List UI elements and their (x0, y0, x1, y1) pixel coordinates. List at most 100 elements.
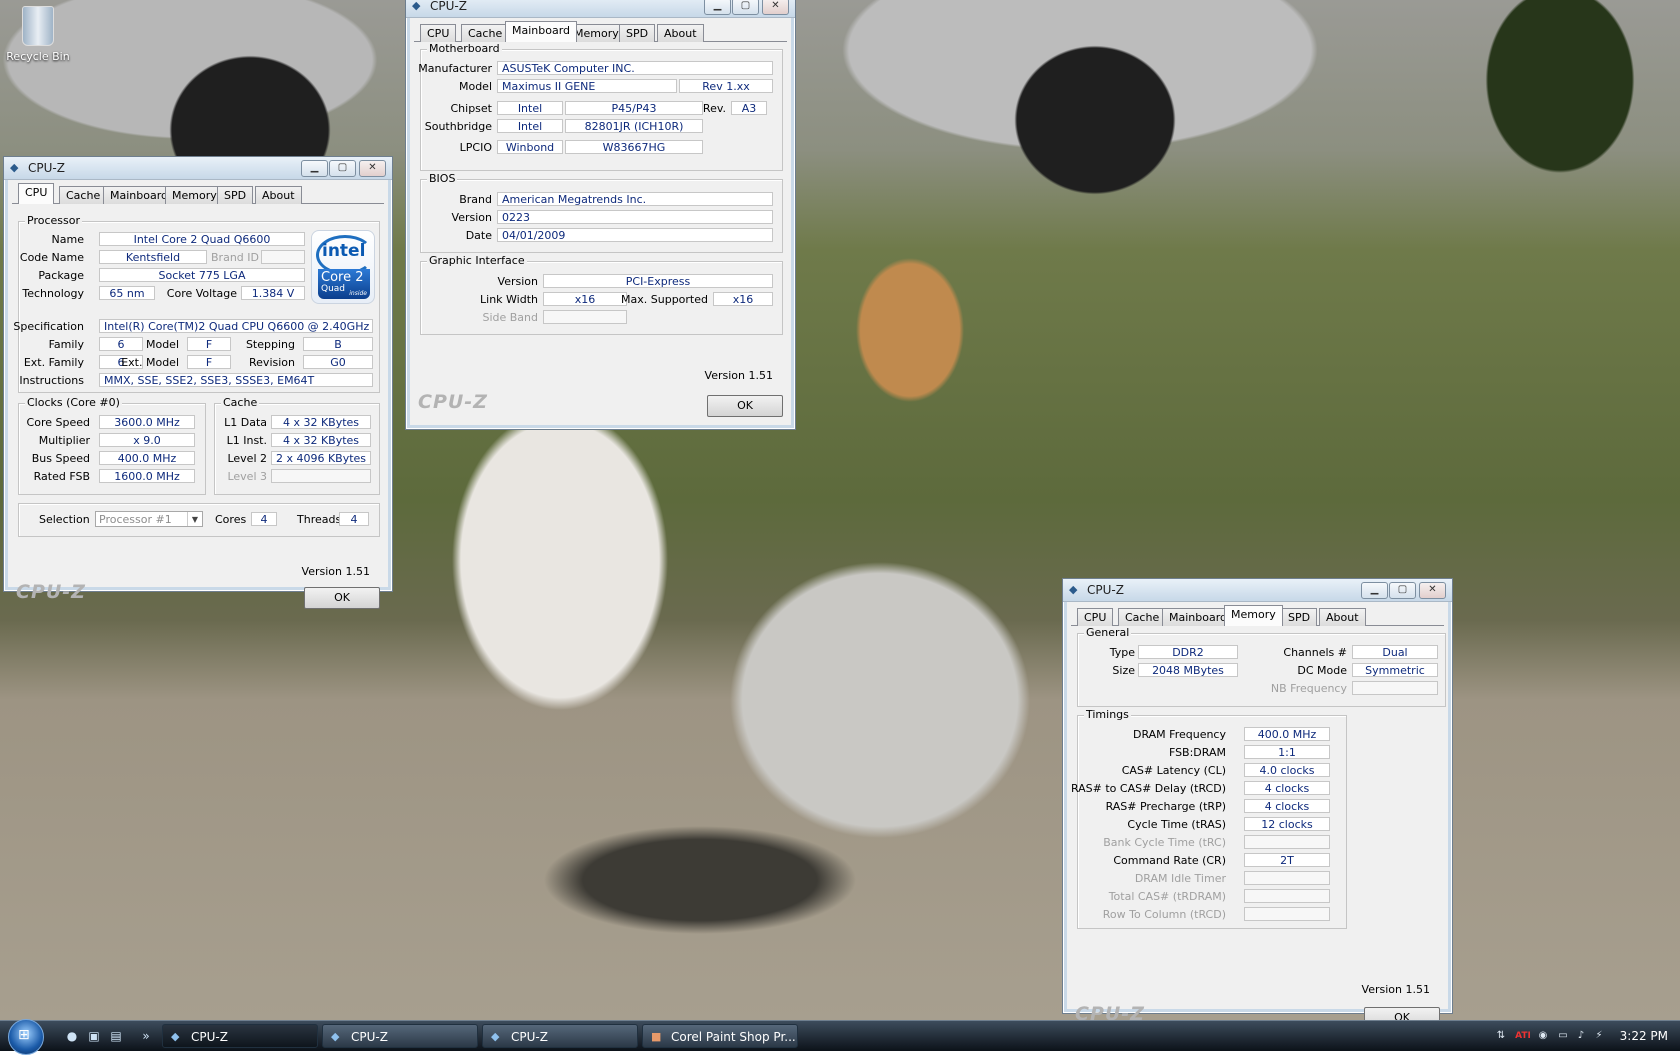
quicklaunch-overflow-icon[interactable]: » (138, 1028, 154, 1044)
tab-cpu[interactable]: CPU (1077, 608, 1114, 626)
close-button[interactable]: ✕ (359, 160, 386, 177)
tab-cpu[interactable]: CPU (18, 183, 55, 204)
type-label: Type (1109, 646, 1135, 659)
ok-button[interactable]: OK (304, 587, 380, 609)
maximize-button[interactable]: ▢ (329, 160, 356, 177)
cpuz-app-icon: ◆ (171, 1030, 180, 1043)
title-bar[interactable]: ◆ CPU-Z ▁ ▢ ✕ (1063, 579, 1452, 602)
display-icon[interactable]: ▭ (1556, 1029, 1570, 1043)
ext-family-label: Ext. Family (23, 356, 84, 369)
max-supported-label: Max. Supported (621, 293, 708, 306)
taskbar-button-paint-shop[interactable]: ■ Corel Paint Shop Pr... (642, 1024, 798, 1048)
security-icon[interactable]: ◉ (1536, 1029, 1550, 1043)
tab-about[interactable]: About (657, 24, 704, 42)
intel-core2-quad-logo: intel Core 2 Quad inside (311, 230, 375, 304)
cas-latency-value: 4.0 clocks (1244, 763, 1330, 777)
family-label: Family (48, 338, 84, 351)
windows-logo-icon: ⊞ (18, 1027, 30, 1043)
firefox-icon[interactable]: ● (64, 1028, 80, 1044)
group-title: Cache (221, 396, 260, 409)
task-label: CPU-Z (351, 1030, 388, 1044)
brand-id-value (261, 250, 305, 264)
ati-icon[interactable]: ATI (1512, 1029, 1534, 1043)
cpuz-app-icon: ◆ (412, 0, 421, 12)
ok-button[interactable]: OK (707, 395, 783, 417)
ext-model-label: Ext. Model (121, 356, 179, 369)
window-title: CPU-Z (430, 0, 467, 13)
bios-date-value: 04/01/2009 (497, 228, 773, 242)
nb-frequency-value (1352, 681, 1438, 695)
cpuz-logo: CPU-Z (16, 581, 86, 603)
power-icon[interactable]: ⚡ (1592, 1029, 1606, 1043)
tab-strip: CPU Cache Mainboard Memory SPD About (1071, 605, 1444, 626)
trc-label: Bank Cycle Time (tRC) (1103, 836, 1226, 849)
version-text: Version 1.51 (301, 565, 370, 578)
command-rate-value: 2T (1244, 853, 1330, 867)
specification-label: Specification (13, 320, 84, 333)
clock[interactable]: 3:22 PM (1620, 1029, 1668, 1043)
cpuz-app-icon: ◆ (331, 1030, 340, 1043)
revision-value: G0 (303, 355, 373, 369)
task-label: CPU-Z (511, 1030, 548, 1044)
group-title: Processor (25, 214, 82, 227)
fsb-dram-value: 1:1 (1244, 745, 1330, 759)
tab-about[interactable]: About (255, 186, 302, 204)
technology-value: 65 nm (99, 286, 155, 300)
type-value: DDR2 (1138, 645, 1238, 659)
clocks-group: Clocks (Core #0) Core Speed 3600.0 MHz M… (18, 396, 206, 495)
tab-spd[interactable]: SPD (217, 186, 254, 204)
network-icon[interactable]: ⇅ (1494, 1029, 1508, 1043)
taskbar-button-cpuz-1[interactable]: ◆ CPU-Z (162, 1024, 318, 1048)
package-value: Socket 775 LGA (99, 268, 305, 282)
tab-cache[interactable]: Cache (461, 24, 510, 42)
maximize-button[interactable]: ▢ (1389, 582, 1416, 599)
tab-memory[interactable]: Memory (165, 186, 224, 204)
total-cas-label: Total CAS# (tRDRAM) (1108, 890, 1226, 903)
taskbar-button-cpuz-3[interactable]: ◆ CPU-Z (482, 1024, 638, 1048)
model-value: F (187, 337, 231, 351)
tab-cache[interactable]: Cache (59, 186, 108, 204)
tab-cache[interactable]: Cache (1118, 608, 1167, 626)
core-voltage-value: 1.384 V (241, 286, 305, 300)
group-title: Graphic Interface (427, 254, 527, 267)
tab-spd[interactable]: SPD (1281, 608, 1318, 626)
tab-memory[interactable]: Memory (1224, 605, 1283, 626)
group-title: Motherboard (427, 42, 502, 55)
taskbar-button-cpuz-2[interactable]: ◆ CPU-Z (322, 1024, 478, 1048)
code-name-label: Code Name (19, 251, 84, 264)
volume-icon[interactable]: ♪ (1574, 1029, 1588, 1043)
task-label: CPU-Z (191, 1030, 228, 1044)
minimize-button[interactable]: ▁ (704, 0, 731, 15)
tab-cpu[interactable]: CPU (420, 24, 457, 42)
maximize-button[interactable]: ▢ (732, 0, 759, 15)
minimize-button[interactable]: ▁ (1361, 582, 1388, 599)
close-button[interactable]: ✕ (1419, 582, 1446, 599)
dropdown-arrow-icon[interactable]: ▼ (187, 512, 202, 526)
graphic-version-value: PCI-Express (543, 274, 773, 288)
task-label: Corel Paint Shop Pr... (671, 1030, 796, 1044)
tab-about[interactable]: About (1319, 608, 1366, 626)
trcd-value: 4 clocks (1244, 781, 1330, 795)
processor-select[interactable]: Processor #1 ▼ (95, 511, 203, 527)
show-desktop-icon[interactable]: ▣ (86, 1028, 102, 1044)
recycle-bin-shortcut[interactable]: Recycle Bin (6, 6, 70, 63)
lpcio-vendor-value: Winbond (497, 140, 563, 154)
tab-spd[interactable]: SPD (619, 24, 656, 42)
model-label: Model (458, 80, 492, 93)
minimize-button[interactable]: ▁ (301, 160, 328, 177)
title-bar[interactable]: ◆ CPU-Z ▁ ▢ ✕ (4, 157, 392, 180)
side-band-value (543, 310, 627, 324)
graphic-interface-group: Graphic Interface Version PCI-Express Li… (420, 254, 783, 335)
group-title: General (1084, 626, 1132, 639)
processor-group: Processor Name Intel Core 2 Quad Q6600 C… (13, 214, 380, 393)
tab-mainboard[interactable]: Mainboard (505, 21, 578, 42)
ext-model-value: F (187, 355, 231, 369)
size-value: 2048 MBytes (1138, 663, 1238, 677)
row-to-column-value (1244, 907, 1330, 921)
level2-label: Level 2 (227, 452, 267, 465)
close-button[interactable]: ✕ (762, 0, 789, 15)
name-label: Name (51, 233, 84, 246)
manufacturer-value: ASUSTeK Computer INC. (497, 61, 773, 75)
title-bar[interactable]: ◆ CPU-Z ▁ ▢ ✕ (406, 0, 795, 18)
switch-windows-icon[interactable]: ▤ (108, 1028, 124, 1044)
